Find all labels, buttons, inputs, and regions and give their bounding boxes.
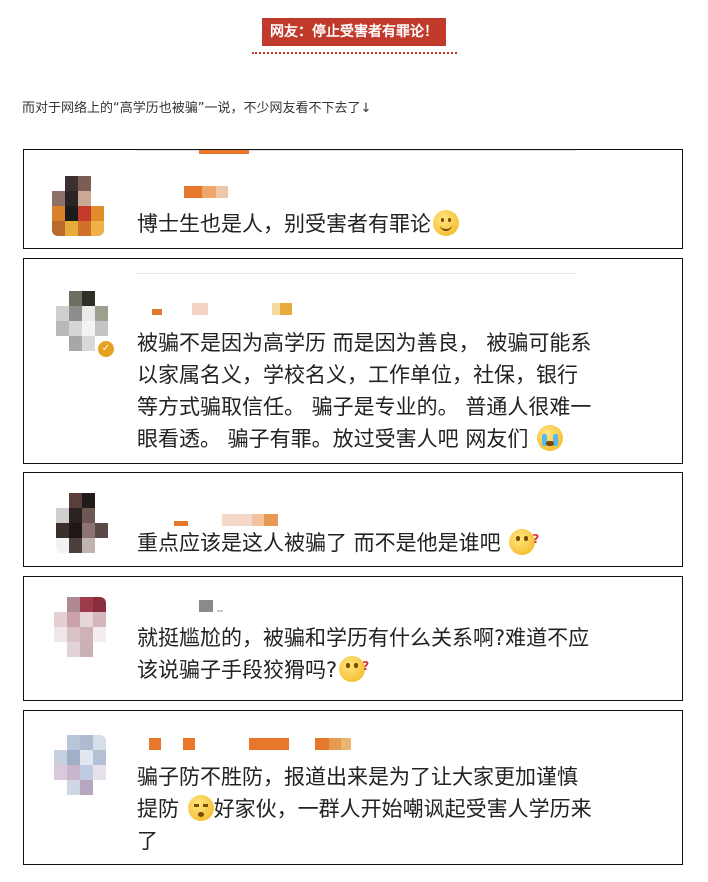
comment-text: 被骗不是因为高学历 而是因为善良， 被骗可能系 以家属名义，学校名义，工作单位，… <box>137 327 591 455</box>
thinking-emoji-icon <box>339 650 369 682</box>
comment-text: 博士生也是人，别受害者有罪论 <box>137 208 459 240</box>
comment-line: 博士生也是人，别受害者有罪论 <box>137 212 431 236</box>
comment-card-3: 重点应该是这人被骗了 而不是他是谁吧 <box>23 472 683 567</box>
crying-emoji-icon <box>537 425 564 451</box>
avatar[interactable] <box>54 735 106 795</box>
card-divider <box>136 273 576 274</box>
comment-text: 重点应该是这人被骗了 而不是他是谁吧 <box>137 523 539 559</box>
comment-line: 了 <box>137 829 158 853</box>
comment-line: 以家属名义，学校名义，工作单位，社保，银行 <box>137 363 578 387</box>
avatar[interactable] <box>52 176 104 236</box>
comment-card-1: 博士生也是人，别受害者有罪论 <box>23 149 683 249</box>
header: 网友：停止受害者有罪论！ <box>0 18 708 46</box>
sad-emoji-icon <box>187 795 214 821</box>
intro-text: 而对于网络上的“高学历也被骗”一说，不少网友看不下去了↓ <box>22 101 372 116</box>
comment-line: 等方式骗取信任。 骗子是专业的。 普通人很难一 <box>137 395 592 419</box>
comment-line: 提防 <box>137 797 179 821</box>
verified-badge-icon: ✓ <box>96 339 116 359</box>
comment-line: 重点应该是这人被骗了 而不是他是谁吧 <box>137 531 501 555</box>
smile-emoji-icon <box>433 210 459 236</box>
page-title: 网友：停止受害者有罪论！ <box>262 18 446 46</box>
username-blur[interactable] <box>149 735 355 750</box>
comment-line: 好家伙，一群人开始嘲讽起受害人学历来 <box>213 797 592 821</box>
username-blur[interactable] <box>184 183 232 198</box>
comment-text: 骗子防不胜防，报道出来是为了让大家更加谨慎 提防 好家伙，一群人开始嘲讽起受害人… <box>137 761 592 857</box>
comment-card-5: 骗子防不胜防，报道出来是为了让大家更加谨慎 提防 好家伙，一群人开始嘲讽起受害人… <box>23 710 683 865</box>
comment-text: 就挺尴尬的，被骗和学历有什么关系啊?难道不应 该说骗子手段狡猾吗? <box>137 622 589 686</box>
comment-line: 眼看透。 骗子有罪。放过受害人吧 网友们 <box>137 427 529 451</box>
thinking-emoji-icon <box>509 523 539 555</box>
comment-card-2: ✓ 被骗不是因为高学历 而是因为善良， 被骗可能系 以家属名义，学校名义，工作单… <box>23 258 683 464</box>
username-blur[interactable] <box>174 511 282 526</box>
name-blur <box>199 150 249 154</box>
avatar[interactable] <box>56 493 108 553</box>
comment-line: 该说骗子手段狡猾吗? <box>137 658 338 682</box>
comment-card-4: 就挺尴尬的，被骗和学历有什么关系啊?难道不应 该说骗子手段狡猾吗? <box>23 576 683 701</box>
comment-line: 骗子防不胜防，报道出来是为了让大家更加谨慎 <box>137 765 578 789</box>
avatar[interactable] <box>54 597 106 657</box>
title-underline <box>252 52 457 54</box>
username-blur[interactable] <box>199 597 227 612</box>
username-blur[interactable] <box>152 299 296 315</box>
comment-line: 被骗不是因为高学历 而是因为善良， 被骗可能系 <box>137 331 592 355</box>
